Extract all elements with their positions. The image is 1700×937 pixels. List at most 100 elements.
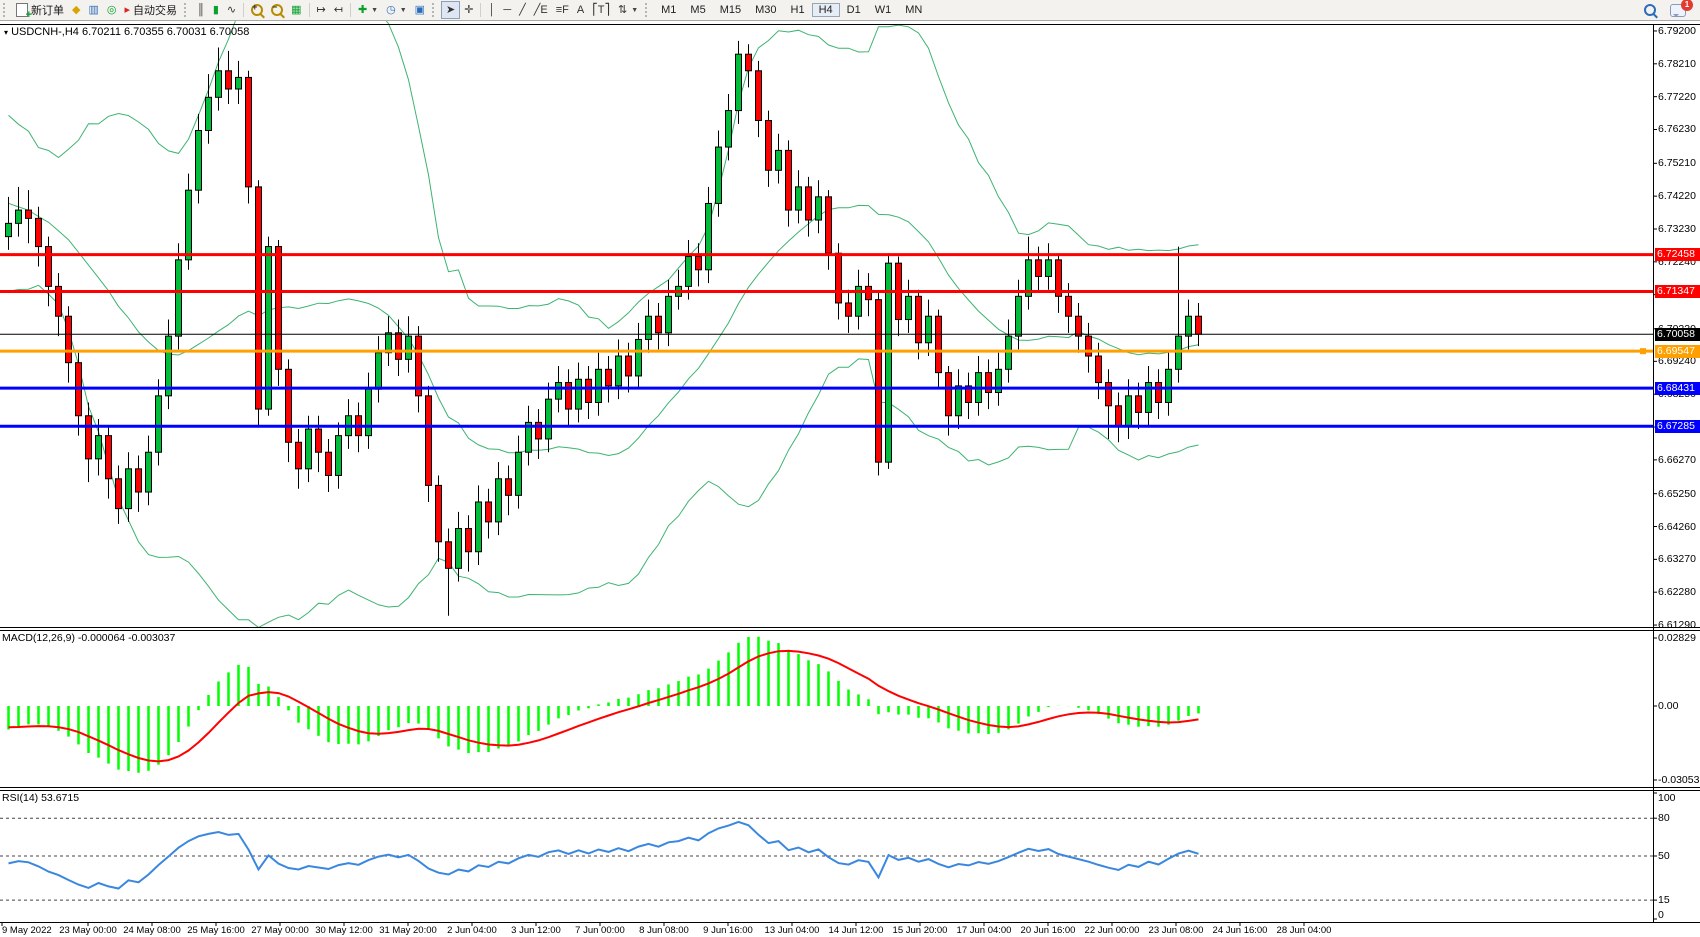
new-order-button[interactable]: 新订单 xyxy=(12,1,68,19)
cursor-button[interactable]: ➤ xyxy=(441,1,460,19)
candle-up xyxy=(376,353,382,389)
rsi-line xyxy=(9,822,1199,889)
timeframe-button-h4[interactable]: H4 xyxy=(812,3,840,17)
timeframe-button-d1[interactable]: D1 xyxy=(840,3,868,17)
fibonacci-button[interactable]: ≡F xyxy=(552,1,573,19)
candle-up xyxy=(1126,396,1132,426)
candle-up xyxy=(456,529,462,569)
timeframe-button-w1[interactable]: W1 xyxy=(868,3,899,17)
timeframe-button-m30[interactable]: M30 xyxy=(748,3,783,17)
toolbar-grip[interactable] xyxy=(432,3,438,17)
chart-plot-area[interactable] xyxy=(0,0,1700,937)
price-axis-label: 6.75210 xyxy=(1658,157,1696,169)
candle-down xyxy=(936,316,942,372)
hline-button[interactable]: ─ xyxy=(499,1,515,19)
time-axis-label: 13 Jun 04:00 xyxy=(765,925,820,936)
time-axis-label: 31 May 20:00 xyxy=(379,925,437,936)
candle-down xyxy=(786,150,792,210)
candle-up xyxy=(146,452,152,492)
candle-down xyxy=(106,436,112,479)
channel-button[interactable]: ╱E xyxy=(530,1,552,19)
candle-down xyxy=(866,286,872,299)
sound-button[interactable]: ◎ xyxy=(103,1,121,19)
candle-up xyxy=(266,247,272,410)
autoscroll-button[interactable]: ↦ xyxy=(313,1,330,19)
arrows-button[interactable]: ⇅▼ xyxy=(614,1,642,19)
candle-down xyxy=(1076,316,1082,336)
line-drag-handle[interactable] xyxy=(1640,348,1646,354)
rsi-indicator-label: RSI(14) 53.6715 xyxy=(2,792,79,804)
candle-up xyxy=(776,150,782,170)
chart-shift-button[interactable]: ↤ xyxy=(330,1,347,19)
text-label-button[interactable]: ⎡T⎤ xyxy=(588,1,614,19)
time-axis-label: 24 May 08:00 xyxy=(123,925,181,936)
candle-down xyxy=(1196,316,1202,334)
periods-button[interactable]: ◷▼ xyxy=(382,1,411,19)
timeframe-button-m1[interactable]: M1 xyxy=(654,3,683,17)
candle-up xyxy=(616,356,622,386)
time-axis-label: 25 May 16:00 xyxy=(187,925,245,936)
candle-up xyxy=(596,369,602,402)
tile-windows-icon: ▦ xyxy=(291,5,301,16)
candle-up xyxy=(726,111,732,147)
vline-button[interactable]: │ xyxy=(484,1,499,19)
time-axis-label: 28 Jun 04:00 xyxy=(1277,925,1332,936)
templates-button[interactable]: ▣ xyxy=(411,1,429,19)
autotrading-button[interactable]: ▸ 自动交易 xyxy=(120,1,181,19)
timeframe-button-m15[interactable]: M15 xyxy=(713,3,748,17)
zoom-in-button[interactable]: + xyxy=(247,1,267,19)
new-order-label: 新订单 xyxy=(31,2,64,18)
time-axis-label: 2 Jun 04:00 xyxy=(447,925,497,936)
chat-notification-icon[interactable]: 1 xyxy=(1670,4,1686,17)
candle-down xyxy=(1136,396,1142,413)
candle-up xyxy=(1166,369,1172,402)
timeframe-button-mn[interactable]: MN xyxy=(898,3,929,17)
price-axis-label: 6.78210 xyxy=(1658,58,1696,70)
candle-up xyxy=(206,97,212,130)
bar-chart-icon: ║ xyxy=(197,5,205,16)
chart-title: ▾ USDCNH-,H4 6.70211 6.70355 6.70031 6.7… xyxy=(4,26,249,38)
trendline-button[interactable]: ╱ xyxy=(515,1,530,19)
candle-down xyxy=(566,383,572,410)
candle-down xyxy=(436,485,442,541)
bollinger-upper-band xyxy=(9,0,1199,328)
toolbar-grip[interactable] xyxy=(645,3,651,17)
tile-windows-button[interactable]: ▦ xyxy=(287,1,305,19)
price-axis-label: 6.74220 xyxy=(1658,190,1696,202)
price-badge: 6.67285 xyxy=(1655,420,1700,433)
time-axis-label: 3 Jun 12:00 xyxy=(511,925,561,936)
candle-down xyxy=(626,356,632,376)
crosshair-button[interactable]: ✛ xyxy=(460,1,477,19)
candle-up xyxy=(406,336,412,359)
indicators-button[interactable]: ✚▼ xyxy=(354,1,382,19)
price-axis-label: 6.62280 xyxy=(1658,586,1696,598)
toolbar-grip[interactable] xyxy=(184,3,190,17)
candle-up xyxy=(236,77,242,89)
timeframe-button-m5[interactable]: M5 xyxy=(683,3,712,17)
bar-chart-button[interactable]: ║ xyxy=(193,1,209,19)
eraser-button[interactable]: ◆ xyxy=(68,1,84,19)
price-axis-label: 6.63270 xyxy=(1658,553,1696,565)
time-axis-label: 30 May 12:00 xyxy=(315,925,373,936)
templates-icon: ▣ xyxy=(415,5,425,16)
candle-up xyxy=(126,469,132,509)
text-button[interactable]: A xyxy=(573,1,588,19)
candle-down xyxy=(316,429,322,452)
toolbar-grip[interactable] xyxy=(3,3,9,17)
charts-window-button[interactable]: ▥ xyxy=(84,1,102,19)
chart-menu-icon[interactable]: ▾ xyxy=(4,28,8,37)
candle-up xyxy=(646,316,652,339)
toolbar-separator xyxy=(480,3,481,17)
candle-up xyxy=(956,386,962,416)
candle-down xyxy=(916,296,922,342)
zoom-out-button[interactable]: − xyxy=(267,1,287,19)
rsi-scale-label: 0 xyxy=(1658,909,1664,921)
timeframe-button-h1[interactable]: H1 xyxy=(784,3,812,17)
candle-down xyxy=(136,469,142,492)
price-axis-label: 6.65250 xyxy=(1658,488,1696,500)
candle-chart-button[interactable]: ▮ xyxy=(209,1,223,19)
price-badge: 6.70058 xyxy=(1655,328,1700,341)
candle-down xyxy=(606,369,612,386)
search-icon[interactable] xyxy=(1644,4,1656,16)
line-chart-button[interactable]: ∿ xyxy=(223,1,240,19)
